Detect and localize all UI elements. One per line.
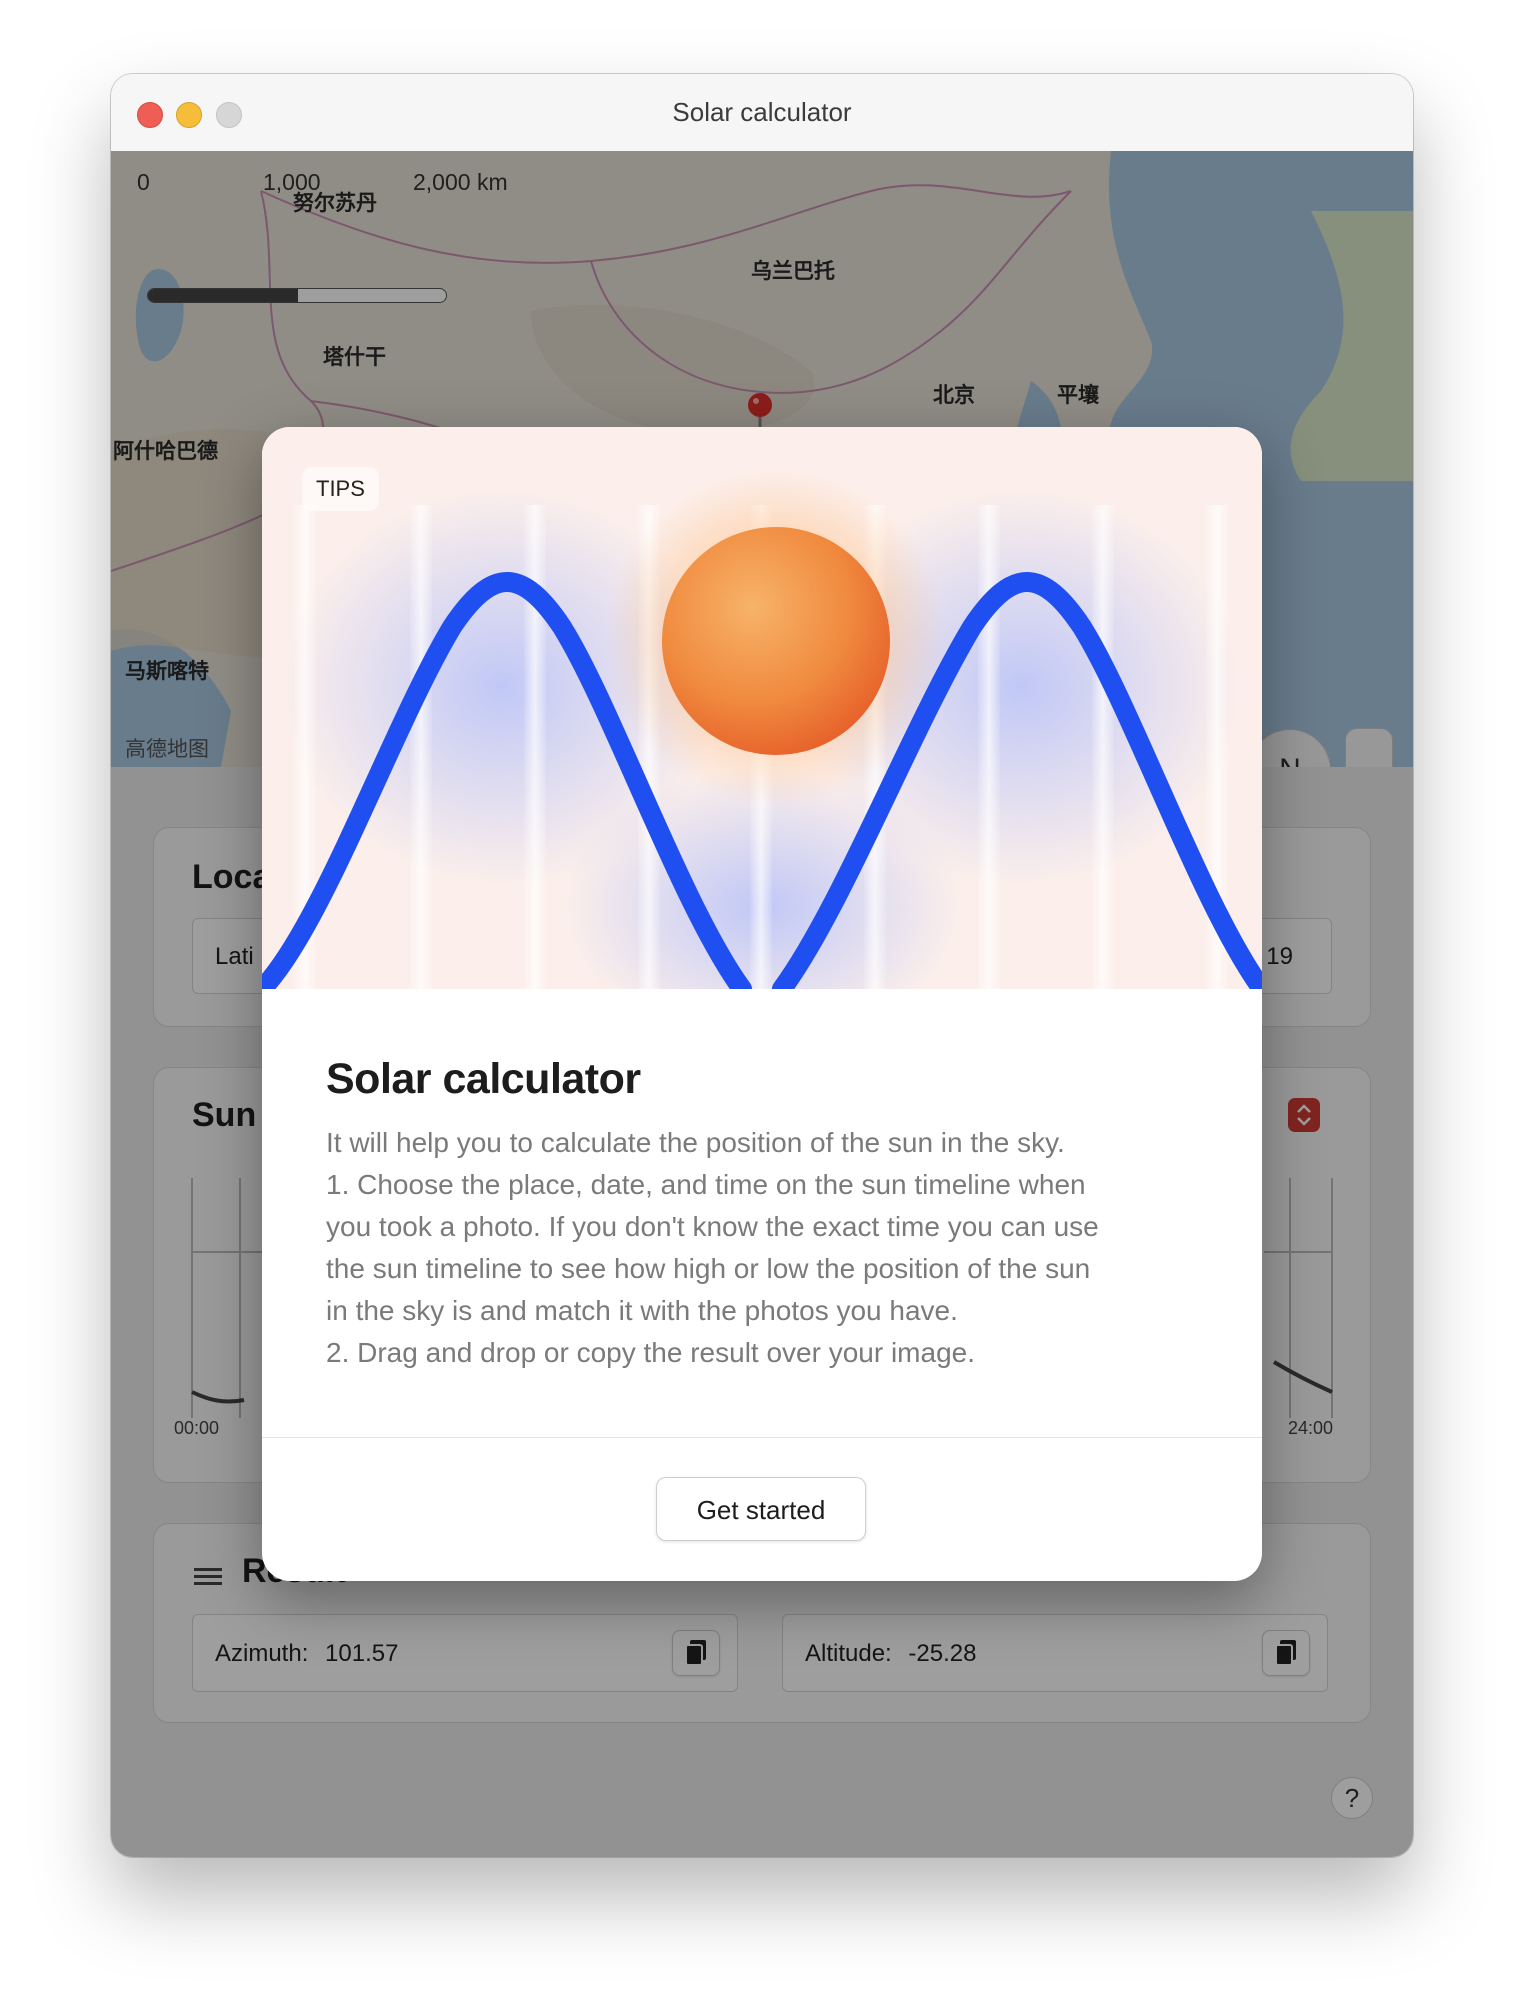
dialog-text-line: 2. Drag and drop or copy the result over…: [326, 1337, 976, 1368]
dialog-text-line: It will help you to calculate the positi…: [326, 1127, 1065, 1158]
tips-tag: TIPS: [302, 467, 379, 511]
title-bar: Solar calculator: [111, 74, 1413, 152]
sun-wave-illustration: [262, 427, 1262, 989]
dialog-text-line: 1. Choose the place, date, and time on t…: [326, 1169, 1086, 1200]
tips-dialog: TIPS Solar calculator It will help you t…: [262, 427, 1262, 1581]
dialog-text-line: the sun timeline to see how high or low …: [326, 1253, 1091, 1284]
dialog-divider: [262, 1437, 1262, 1438]
dialog-text-line: in the sky is and match it with the phot…: [326, 1295, 958, 1326]
dialog-title: Solar calculator: [326, 1055, 641, 1103]
get-started-button[interactable]: Get started: [656, 1477, 866, 1541]
window-title: Solar calculator: [672, 97, 852, 127]
dialog-hero-illustration: TIPS: [262, 427, 1262, 989]
dialog-text-line: you took a photo. If you don't know the …: [326, 1211, 1099, 1242]
